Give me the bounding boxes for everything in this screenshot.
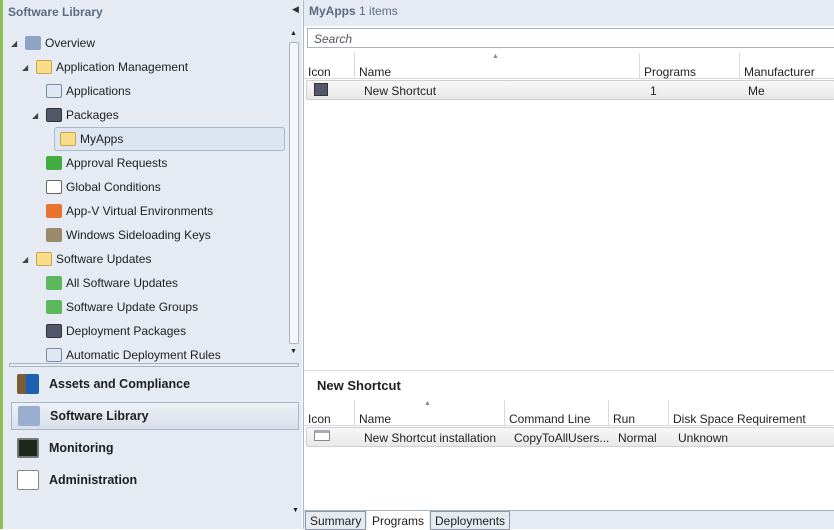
workspace-label: Administration [49,473,138,487]
tree-item-all-software-updates[interactable]: All Software Updates [46,272,178,294]
workspace-software-library[interactable]: Software Library [11,402,299,430]
collapse-pane-button[interactable]: ◀ [292,4,299,15]
tree-label: Application Management [56,60,189,74]
list-header: MyApps 1 items [304,0,834,26]
tree-label: Applications [66,84,131,98]
main-pane: MyApps 1 items Search Icon Name ▲ Progra… [303,0,834,530]
scroll-thumb[interactable] [289,42,299,344]
tree-item-update-groups[interactable]: Software Update Groups [46,296,198,318]
tab-summary[interactable]: Summary [305,511,367,530]
administration-icon [17,470,39,490]
cell-name: New Shortcut installation [364,431,497,445]
cell-manufacturer: Me [748,84,765,98]
details-tabs: Summary Programs Deployments [304,510,834,530]
tree-item-overview[interactable]: ◢ Overview [11,32,96,54]
packages-icon [46,108,62,122]
workspace-label: Software Library [50,409,149,423]
tree-label: All Software Updates [66,276,179,290]
workspace-label: Monitoring [49,441,114,455]
tree-item-applications[interactable]: Applications [46,80,131,102]
scroll-up-icon[interactable]: ▲ [290,30,297,37]
column-header-icon[interactable]: Icon [304,53,354,79]
cell-programs: 1 [650,84,657,98]
rules-icon [46,348,62,362]
cell-disk-space: Unknown [678,431,729,445]
cell-name: New Shortcut [364,84,437,98]
assets-icon [17,374,39,394]
tree-label: Global Conditions [66,180,161,194]
column-header-manufacturer[interactable]: Manufacturer [739,53,834,79]
workspace-assets-and-compliance[interactable]: Assets and Compliance [11,370,299,398]
update-groups-icon [46,300,62,314]
monitoring-icon [17,438,39,458]
pane-splitter[interactable] [9,363,299,367]
tab-programs[interactable]: Programs [367,511,430,530]
tree-item-application-management[interactable]: ◢ Application Management [22,56,189,78]
program-icon [314,430,330,441]
scroll-down-icon[interactable]: ▼ [290,348,297,355]
column-header-icon[interactable]: Icon [304,400,354,426]
tree-item-deployment-packages[interactable]: Deployment Packages [46,320,186,342]
column-header-run[interactable]: Run [608,400,668,426]
tree-label: Windows Sideloading Keys [66,228,211,242]
workspace-label: Assets and Compliance [49,377,191,391]
tree-item-software-updates[interactable]: ◢ Software Updates [22,248,152,270]
sort-ascending-icon: ▲ [424,400,431,407]
sort-ascending-icon: ▲ [492,53,499,60]
column-header-command-line[interactable]: Command Line [504,400,608,426]
tree-item-global-conditions[interactable]: Global Conditions [46,176,161,198]
tree-item-myapps[interactable]: MyApps [54,127,285,151]
list-title: MyApps [309,4,356,18]
tree-label: Packages [66,108,119,122]
folder-icon [36,252,52,266]
column-header-disk-space[interactable]: Disk Space Requirement [668,400,834,426]
tree-label: Deployment Packages [66,324,187,338]
software-library-icon [18,406,40,426]
folder-icon [60,132,76,146]
tab-deployments[interactable]: Deployments [430,511,511,530]
navigation-pane: Software Library ◀ ◢ Overview ◢ Applicatio… [0,0,302,529]
package-icon [314,83,328,96]
key-icon [46,228,62,242]
conditions-icon [46,180,62,194]
item-count: 1 items [359,4,398,18]
tree-item-approval-requests[interactable]: Approval Requests [46,152,167,174]
tree-item-adr[interactable]: Automatic Deployment Rules [46,344,221,362]
tree-item-appv[interactable]: App-V Virtual Environments [46,200,213,222]
workspace-administration[interactable]: Administration [11,466,299,494]
tree-scrollbar[interactable]: ▲ ▼ [287,30,301,362]
tree-label: Software Updates [56,252,152,266]
updates-icon [46,276,62,290]
appv-icon [46,204,62,218]
items-grid: Icon Name ▲ Programs Manufacturer New Sh… [304,53,834,100]
table-row[interactable]: New Shortcut 1 Me [306,80,834,100]
tree-view: ◢ Overview ◢ Application Management Applic… [3,30,288,362]
tree-label: App-V Virtual Environments [66,204,214,218]
pane-title: Software Library [8,5,103,19]
tree-label: MyApps [80,132,124,146]
cell-command-line: CopyToAllUsers... [514,431,610,445]
packages-icon [46,324,62,338]
overview-icon [25,36,41,50]
tree-item-sideloading-keys[interactable]: Windows Sideloading Keys [46,224,211,246]
programs-grid: Icon Name ▲ Command Line Run Disk Space … [304,400,834,447]
workspace-monitoring[interactable]: Monitoring [11,434,299,462]
tree-label: Automatic Deployment Rules [66,348,221,362]
folder-icon [36,60,52,74]
tree-label: Overview [45,36,96,50]
tree-item-packages[interactable]: ◢ Packages [32,104,119,126]
details-title: New Shortcut [317,378,401,393]
tree-label: Software Update Groups [66,300,199,314]
approval-icon [46,156,62,170]
tree-label: Approval Requests [66,156,168,170]
applications-icon [46,84,62,98]
cell-run: Normal [618,431,657,445]
workspace-more-icon[interactable]: ▼ [292,507,299,514]
table-row[interactable]: New Shortcut installation CopyToAllUsers… [306,427,834,447]
search-input[interactable]: Search [307,28,834,48]
column-header-programs[interactable]: Programs [639,53,739,79]
